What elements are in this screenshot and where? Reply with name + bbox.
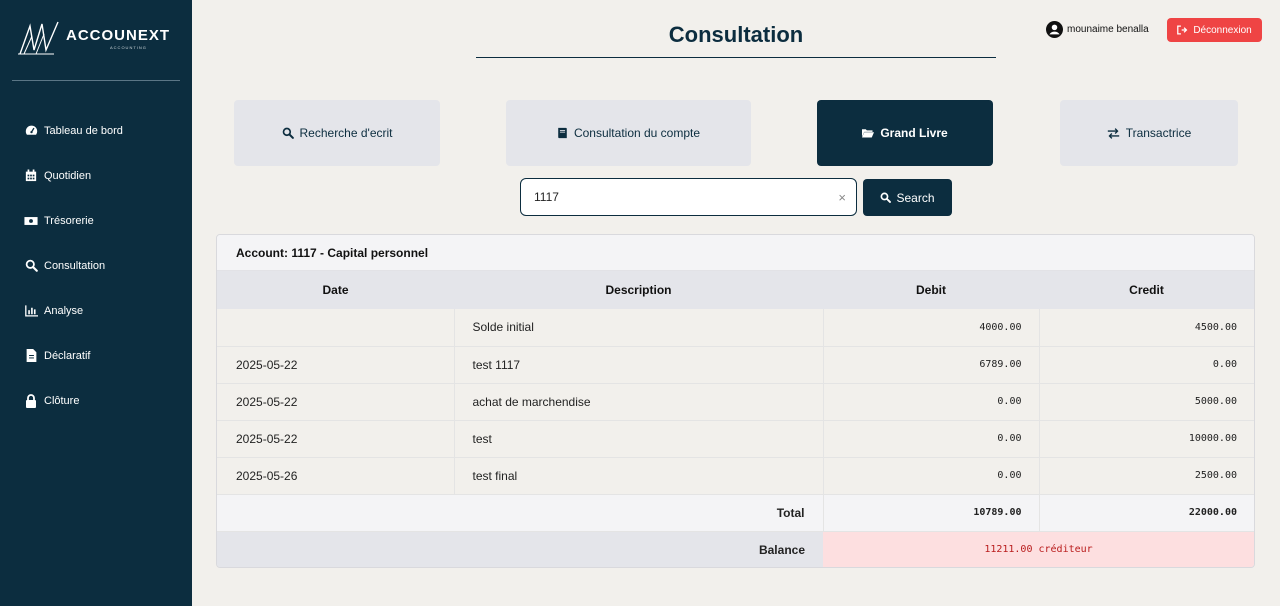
account-title: Account: 1117 - Capital personnel <box>217 235 1254 271</box>
total-row: Total 10789.00 22000.00 <box>217 494 1254 532</box>
sidebar-item-label: Clôture <box>44 394 80 407</box>
cell-debit: 4000.00 <box>822 309 1039 347</box>
cell-debit: 0.00 <box>822 420 1039 458</box>
cell-debit: 0.00 <box>822 383 1039 421</box>
sidebar-item-label: Déclaratif <box>44 349 91 362</box>
sidebar-item-cloture[interactable]: Clôture <box>0 378 192 423</box>
chart-icon <box>24 304 38 318</box>
logo-subtitle: ACCOUNTING <box>110 44 147 50</box>
cell-date <box>217 309 454 347</box>
logo-name: ACCOUNEXT <box>66 26 171 44</box>
sidebar-item-label: Quotidien <box>44 169 92 182</box>
clear-search-icon[interactable]: × <box>838 190 846 205</box>
total-credit: 22000.00 <box>1038 494 1254 532</box>
sidebar-item-tresorerie[interactable]: Trésorerie <box>0 198 192 243</box>
account-search-field: × <box>520 178 857 216</box>
page-title: Consultation <box>668 22 804 47</box>
cell-debit: 0.00 <box>822 457 1039 495</box>
sidebar-nav: Tableau de bord Quotidien Trésorerie Con… <box>0 108 192 423</box>
tab-label: Consultation du compte <box>573 126 701 140</box>
balance-label: Balance <box>217 531 823 567</box>
ledger-card: Account: 1117 - Capital personnel Date D… <box>216 234 1255 568</box>
cell-debit: 6789.00 <box>822 346 1039 384</box>
search-button[interactable]: Search <box>863 179 952 216</box>
document-icon <box>24 349 38 363</box>
table-row: 2025-05-26 test final 0.00 2500.00 <box>217 457 1254 495</box>
total-debit: 10789.00 <box>822 494 1039 532</box>
tab-transactrice[interactable]: Transactrice <box>1060 100 1238 166</box>
column-header-credit: Credit <box>1039 271 1254 309</box>
sidebar-item-consultation[interactable]: Consultation <box>0 243 192 288</box>
sidebar-item-label: Consultation <box>44 259 106 272</box>
lock-icon <box>24 393 38 408</box>
search-icon <box>881 192 892 203</box>
column-header-debit: Debit <box>823 271 1039 309</box>
sidebar-item-label: Tableau de bord <box>44 124 123 137</box>
cell-description: test final <box>453 457 823 495</box>
column-header-date: Date <box>217 271 454 309</box>
sidebar: ACCOUNEXT ACCOUNTING Tableau de bord Quo… <box>0 0 192 606</box>
sidebar-item-tableau-de-bord[interactable]: Tableau de bord <box>0 108 192 153</box>
folder-open-icon <box>862 129 875 138</box>
sidebar-item-declaratif[interactable]: Déclaratif <box>0 333 192 378</box>
cell-credit: 0.00 <box>1038 346 1254 384</box>
sign-out-icon <box>1177 25 1188 35</box>
tab-consultation-compte[interactable]: Consultation du compte <box>506 100 751 166</box>
user-name: mounaime benalla <box>1067 24 1149 35</box>
ledger-table: Date Description Debit Credit Solde init… <box>217 271 1254 567</box>
tab-grand-livre[interactable]: Grand Livre <box>817 100 993 166</box>
cell-credit: 5000.00 <box>1038 383 1254 421</box>
sidebar-divider <box>12 80 180 81</box>
column-header-description: Description <box>454 271 823 309</box>
cell-description: test 1117 <box>453 346 823 384</box>
book-icon <box>558 127 567 139</box>
exchange-icon <box>1107 127 1119 139</box>
tab-label: Recherche d'ecrit <box>299 126 393 140</box>
search-button-label: Search <box>896 190 935 205</box>
logo-mark-icon <box>18 21 59 55</box>
cell-date: 2025-05-22 <box>217 346 454 384</box>
table-header-row: Date Description Debit Credit <box>217 271 1254 309</box>
money-icon <box>24 214 38 228</box>
sidebar-item-analyse[interactable]: Analyse <box>0 288 192 333</box>
dashboard-icon <box>24 124 38 138</box>
table-row: 2025-05-22 test 1117 6789.00 0.00 <box>217 346 1254 384</box>
tab-recherche-ecrit[interactable]: Recherche d'ecrit <box>234 100 440 166</box>
table-row: 2025-05-22 achat de marchendise 0.00 500… <box>217 383 1254 421</box>
sidebar-item-label: Trésorerie <box>44 214 94 227</box>
tab-label: Grand Livre <box>880 126 948 140</box>
user-avatar-icon <box>1046 21 1063 38</box>
tab-label: Transactrice <box>1125 126 1192 140</box>
cell-credit: 2500.00 <box>1038 457 1254 495</box>
search-icon <box>24 259 38 273</box>
sidebar-item-label: Analyse <box>44 304 84 317</box>
cell-date: 2025-05-26 <box>217 457 454 495</box>
balance-value: 11211.00 créditeur <box>823 531 1254 567</box>
search-icon <box>282 127 294 139</box>
cell-date: 2025-05-22 <box>217 420 454 458</box>
cell-credit: 10000.00 <box>1038 420 1254 458</box>
sidebar-item-quotidien[interactable]: Quotidien <box>0 153 192 198</box>
cell-description: test <box>453 420 823 458</box>
cell-description: achat de marchendise <box>453 383 823 421</box>
cell-date: 2025-05-22 <box>217 383 454 421</box>
calendar-icon <box>24 169 38 183</box>
cell-credit: 4500.00 <box>1038 309 1254 347</box>
cell-description: Solde initial <box>453 309 823 347</box>
user-info[interactable]: mounaime benalla <box>1046 21 1149 38</box>
logout-button[interactable]: Déconnexion <box>1167 18 1262 42</box>
table-row: 2025-05-22 test 0.00 10000.00 <box>217 420 1254 458</box>
account-search-input[interactable] <box>534 190 814 204</box>
balance-row: Balance 11211.00 créditeur <box>217 531 1254 567</box>
logout-label: Déconnexion <box>1193 24 1252 36</box>
table-row: Solde initial 4000.00 4500.00 <box>217 309 1254 347</box>
title-underline <box>476 57 996 58</box>
logo[interactable]: ACCOUNEXT ACCOUNTING <box>18 20 170 56</box>
total-label: Total <box>217 494 823 532</box>
